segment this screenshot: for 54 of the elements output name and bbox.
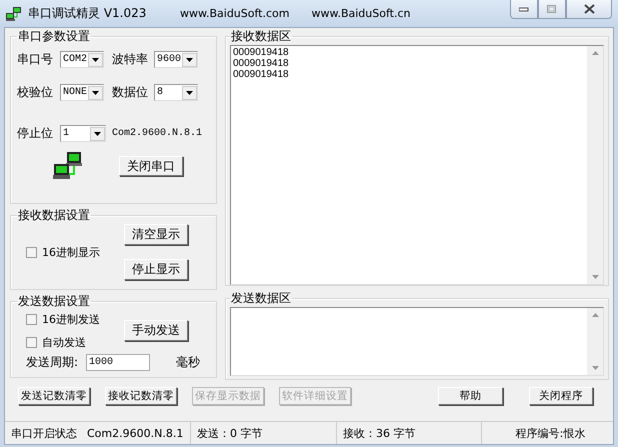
unit-label: 毫秒 bbox=[176, 354, 200, 371]
computers-icon bbox=[6, 6, 22, 20]
field-label: 波特率 bbox=[112, 51, 149, 68]
scroll-up-icon[interactable] bbox=[592, 51, 598, 55]
maximize-icon bbox=[547, 4, 557, 14]
dropdown[interactable]: COM2 bbox=[60, 51, 104, 68]
status-text: Com2.9600.N.8.1 bbox=[87, 426, 184, 440]
window-title: 串口调试精灵 V1.023 bbox=[28, 5, 148, 22]
group-title: 接收数据设置 bbox=[17, 207, 91, 224]
field-label: 数据位 bbox=[112, 84, 149, 101]
status-text: 串口开启状态 bbox=[11, 426, 77, 440]
status-text: 接收：36 字节 bbox=[343, 426, 416, 440]
dropdown[interactable]: 1 bbox=[60, 125, 106, 142]
data-line: 0009019418 bbox=[233, 47, 290, 58]
period-label: 发送周期: bbox=[26, 354, 78, 371]
action-button[interactable]: 接收记数清零 bbox=[105, 387, 177, 405]
port-summary: Com2.9600.N.8.1 bbox=[112, 128, 204, 139]
group-title: 发送数据区 bbox=[230, 290, 292, 307]
checkbox[interactable]: 16进制显示 bbox=[26, 244, 100, 260]
scroll-down-icon[interactable] bbox=[592, 366, 598, 370]
field-label: 串口号 bbox=[17, 51, 54, 68]
action-button[interactable]: 清空显示 bbox=[124, 224, 188, 245]
checkbox[interactable]: 16进制发送 bbox=[26, 312, 100, 327]
data-line: 0009019418 bbox=[233, 58, 290, 69]
action-button[interactable]: 停止显示 bbox=[124, 259, 188, 280]
field-label: 停止位 bbox=[17, 125, 54, 142]
dropdown[interactable]: 9600 bbox=[154, 51, 198, 68]
period-field[interactable]: 1000 bbox=[86, 354, 150, 371]
website-link[interactable]: www.BaiduSoft.cn bbox=[311, 7, 410, 20]
dropdown[interactable]: NONE bbox=[60, 84, 104, 101]
minimize-button[interactable] bbox=[510, 0, 538, 19]
scroll-down-icon[interactable] bbox=[592, 275, 598, 279]
scroll-up-icon[interactable] bbox=[592, 313, 598, 317]
website-link[interactable]: www.BaiduSoft.com bbox=[180, 7, 290, 20]
group-title: 发送数据设置 bbox=[17, 293, 91, 310]
minimize-icon bbox=[519, 6, 529, 12]
manual-send-button[interactable]: 手动发送 bbox=[124, 320, 188, 340]
close-port-button[interactable]: 关闭串口 bbox=[119, 156, 183, 176]
status-text: 程序编号:恨水 bbox=[516, 426, 586, 440]
close-icon bbox=[584, 4, 594, 14]
receive-text-area[interactable]: 0009019418 0009019418 0009019418 bbox=[230, 45, 604, 285]
group-title: 接收数据区 bbox=[230, 28, 292, 45]
action-button[interactable]: 发送记数清零 bbox=[18, 387, 90, 405]
checkbox[interactable]: 自动发送 bbox=[26, 335, 100, 350]
group-title: 串口参数设置 bbox=[17, 28, 91, 45]
action-button[interactable]: 关闭程序 bbox=[529, 387, 593, 405]
computers-icon bbox=[53, 150, 85, 182]
dropdown[interactable]: 8 bbox=[154, 84, 198, 101]
send-text-area[interactable] bbox=[230, 307, 604, 376]
action-button[interactable]: 帮助 bbox=[438, 387, 503, 405]
status-text: 发送：0 字节 bbox=[197, 426, 262, 440]
close-button[interactable] bbox=[566, 0, 612, 19]
field-label: 校验位 bbox=[17, 84, 54, 101]
data-line: 0009019418 bbox=[233, 69, 290, 80]
